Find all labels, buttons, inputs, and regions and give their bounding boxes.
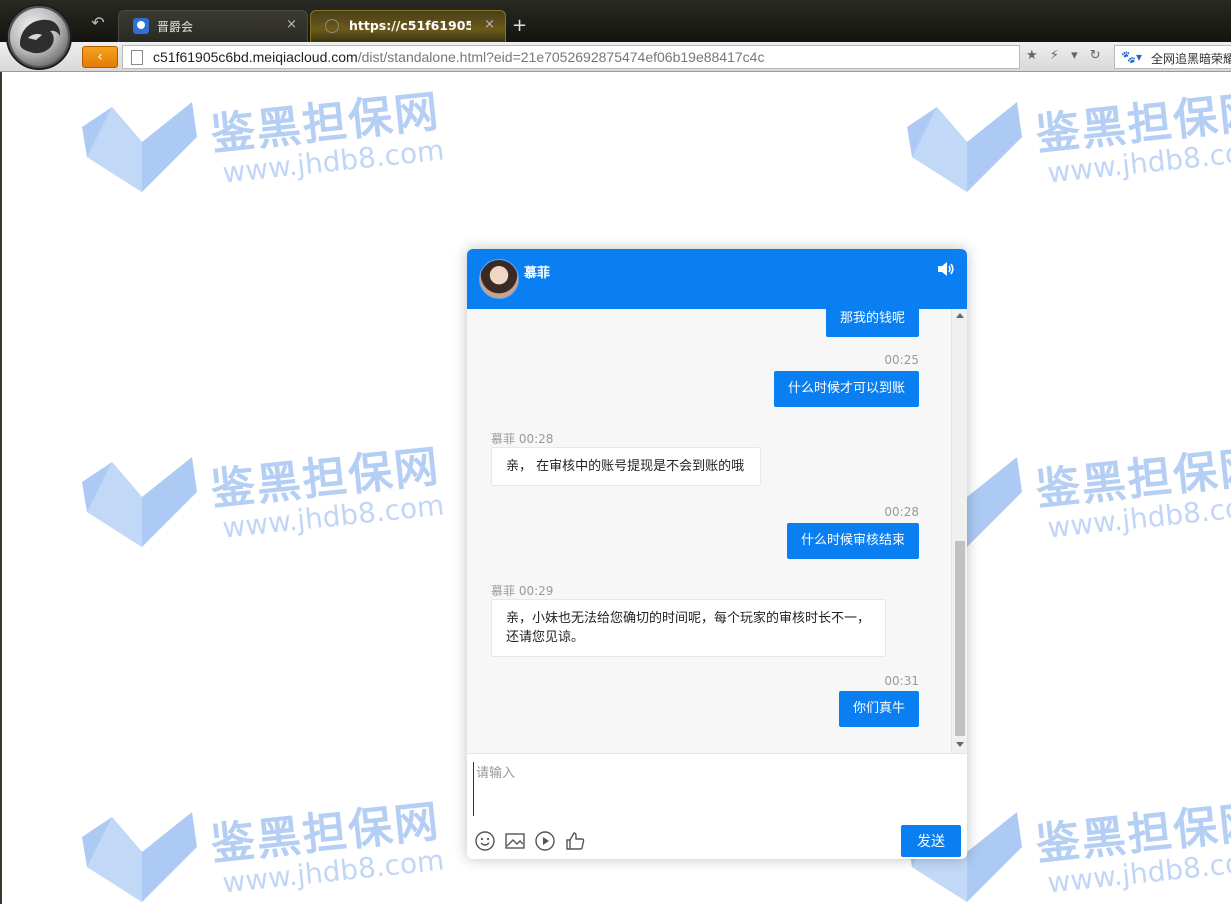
watermark: 鉴黑担保网 www.jhdb8.com xyxy=(82,86,462,207)
dropdown-icon[interactable]: ▾ xyxy=(1071,48,1078,63)
watermark-logo-icon xyxy=(82,457,197,547)
site-favicon-icon xyxy=(133,18,149,34)
tab-jinjuehui[interactable]: 晋爵会 × xyxy=(118,10,308,42)
message-input[interactable] xyxy=(473,762,959,816)
agent-name: 慕菲 xyxy=(524,266,551,281)
message-meta: 慕菲 00:28 xyxy=(491,432,554,446)
scroll-thumb[interactable] xyxy=(955,541,965,736)
nav-tools: ★ ⚡ ▾ ↻ xyxy=(1026,48,1109,63)
new-tab-button[interactable]: + xyxy=(512,16,527,36)
message-time: 00:31 xyxy=(884,674,919,688)
watermark-en: www.jhdb8.com xyxy=(220,133,446,190)
watermark-en: www.jhdb8.com xyxy=(1045,488,1231,545)
message-bubble-out: 什么时候审核结束 xyxy=(786,523,919,559)
watermark-logo-icon xyxy=(82,812,197,902)
message-bubble-in: 亲， 在审核中的账号提现是不会到账的哦 xyxy=(491,447,761,486)
watermark-cn: 鉴黑担保网 xyxy=(208,86,443,161)
tab-title: 晋爵会 xyxy=(157,20,194,34)
chat-header: 慕菲 xyxy=(467,249,967,309)
watermark-en: www.jhdb8.com xyxy=(220,488,446,545)
speaker-icon[interactable] xyxy=(937,261,955,277)
panther-icon xyxy=(20,19,61,54)
emoji-icon[interactable] xyxy=(474,830,496,852)
watermark-cn: 鉴黑担保网 xyxy=(1033,796,1231,871)
watermark-en: www.jhdb8.com xyxy=(220,843,446,900)
close-icon[interactable]: × xyxy=(484,17,495,33)
navigation-bar: ‹ c51f61905c6bd.meiqiacloud.com/dist/sta… xyxy=(0,42,1231,72)
watermark: 鉴黑担保网 www.jhdb8.com xyxy=(907,86,1231,207)
search-text: 全网追黑暗荣耀 xyxy=(1151,52,1231,66)
watermark-cn: 鉴黑担保网 xyxy=(208,441,443,516)
scroll-down-arrow-icon[interactable] xyxy=(956,742,964,747)
agent-avatar xyxy=(479,259,519,299)
tab-back-icon[interactable]: ↶ xyxy=(86,13,110,33)
message-list[interactable]: 那我的钱呢 00:25 什么时候才可以到账 慕菲 00:28 亲， 在审核中的账… xyxy=(467,309,951,753)
lightning-icon[interactable]: ⚡ xyxy=(1050,48,1059,63)
tab-title: https://c51f61905c6bd xyxy=(349,18,471,33)
watermark-cn: 鉴黑担保网 xyxy=(1033,441,1231,516)
page-icon xyxy=(131,50,143,65)
message-bubble-in: 亲，小妹也无法给您确切的时间呢，每个玩家的审核时长不一，还请您见谅。 xyxy=(491,599,886,657)
chat-window: 慕菲 那我的钱呢 00:25 什么时候才可以到账 慕菲 00:28 亲， 在审核… xyxy=(467,249,967,859)
baidu-paw-icon[interactable]: 🐾▾ xyxy=(1121,50,1142,64)
back-button[interactable]: ‹ xyxy=(82,46,118,68)
image-icon[interactable] xyxy=(504,830,526,852)
globe-icon xyxy=(325,19,339,33)
watermark-logo-icon xyxy=(82,102,197,192)
bookmark-star-icon[interactable]: ★ xyxy=(1026,48,1038,63)
watermark-cn: 鉴黑担保网 xyxy=(208,796,443,871)
watermark-cn: 鉴黑担保网 xyxy=(1033,86,1231,161)
thumbs-up-icon[interactable] xyxy=(564,830,586,852)
message-bubble-out: 那我的钱呢 xyxy=(825,309,919,337)
message-meta: 慕菲 00:29 xyxy=(491,584,554,598)
message-time: 00:28 xyxy=(884,505,919,519)
composer: 发送 xyxy=(467,753,967,859)
browser-logo[interactable] xyxy=(6,4,72,70)
message-time: 00:25 xyxy=(884,353,919,367)
tab-bar: ↶ 晋爵会 × https://c51f61905c6bd × + xyxy=(0,0,1231,70)
video-icon[interactable] xyxy=(534,830,556,852)
watermark: 鉴黑担保网 www.jhdb8.com xyxy=(82,441,462,562)
watermark-en: www.jhdb8.com xyxy=(1045,843,1231,900)
url-text[interactable]: c51f61905c6bd.meiqiacloud.com/dist/stand… xyxy=(153,49,764,65)
address-bar[interactable]: c51f61905c6bd.meiqiacloud.com/dist/stand… xyxy=(122,45,1020,69)
close-icon[interactable]: × xyxy=(286,17,297,33)
message-scrollbar[interactable] xyxy=(951,309,967,753)
watermark-logo-icon xyxy=(907,102,1022,192)
watermark-en: www.jhdb8.com xyxy=(1045,133,1231,190)
url-host: c51f61905c6bd.meiqiacloud.com xyxy=(153,49,358,65)
reload-icon[interactable]: ↻ xyxy=(1090,48,1101,63)
scroll-up-arrow-icon[interactable] xyxy=(956,313,964,318)
watermark: 鉴黑担保网 www.jhdb8.com xyxy=(82,796,462,904)
message-bubble-out: 你们真牛 xyxy=(838,691,919,727)
send-button[interactable]: 发送 xyxy=(901,825,961,857)
message-bubble-out: 什么时候才可以到账 xyxy=(773,371,919,407)
tab-meiqia[interactable]: https://c51f61905c6bd × xyxy=(310,10,506,42)
search-box[interactable]: 🐾▾ 全网追黑暗荣耀 xyxy=(1114,45,1231,69)
url-path: /dist/standalone.html?eid=21e70526928754… xyxy=(357,49,765,65)
screen: ↶ 晋爵会 × https://c51f61905c6bd × + ‹ c51f… xyxy=(0,0,1231,904)
